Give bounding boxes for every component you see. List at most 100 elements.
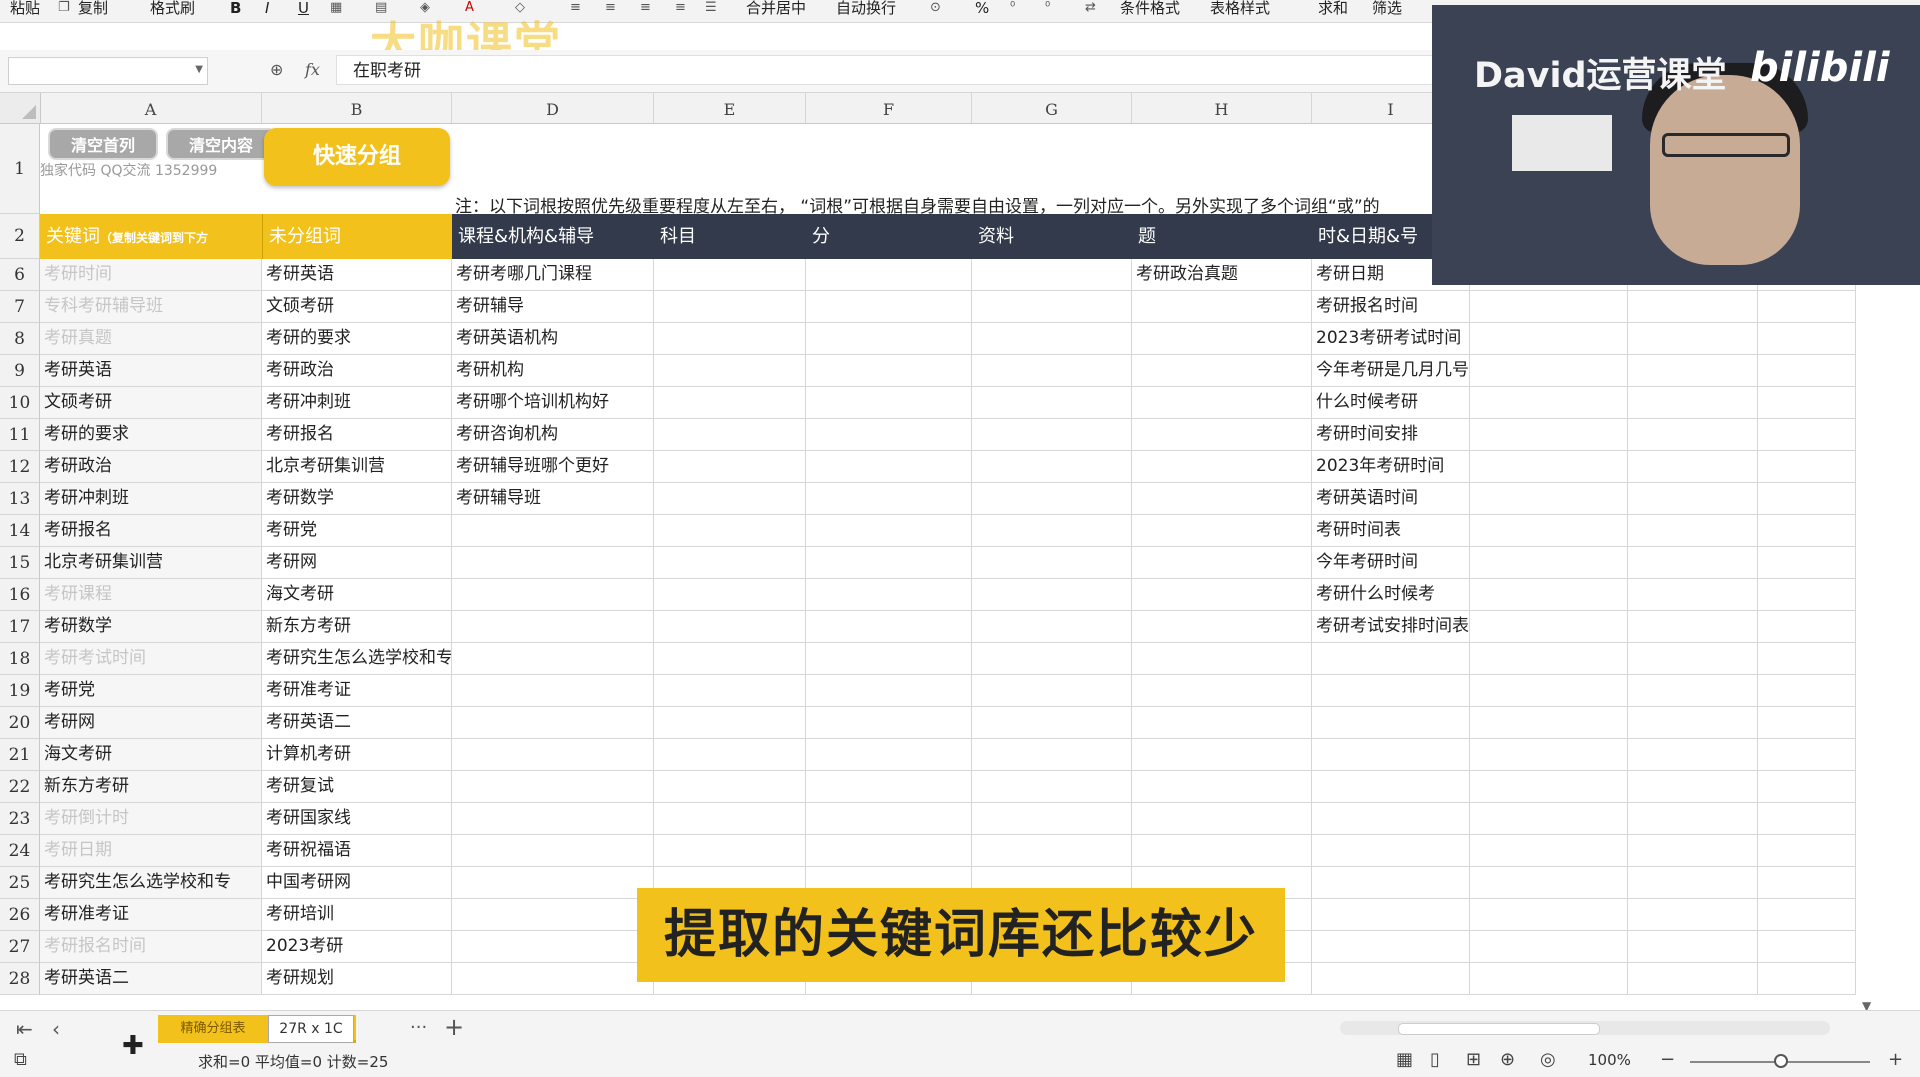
cell-k[interactable] bbox=[1628, 579, 1758, 610]
cell-f[interactable] bbox=[806, 451, 972, 482]
cell-f[interactable] bbox=[806, 419, 972, 450]
percent-button[interactable]: % bbox=[975, 0, 989, 16]
column-header-h[interactable]: H bbox=[1132, 93, 1312, 123]
cell-a[interactable]: 考研冲刺班 bbox=[40, 483, 262, 514]
cell-j[interactable] bbox=[1470, 387, 1628, 418]
cell-e[interactable] bbox=[654, 451, 806, 482]
formula-input[interactable]: 在职考研 bbox=[336, 55, 1436, 85]
cell-j[interactable] bbox=[1470, 739, 1628, 770]
cell-j[interactable] bbox=[1470, 451, 1628, 482]
cell-h[interactable] bbox=[1132, 515, 1312, 546]
cell-l[interactable] bbox=[1758, 803, 1856, 834]
cell-k[interactable] bbox=[1628, 771, 1758, 802]
cell-k[interactable] bbox=[1628, 323, 1758, 354]
cell-i[interactable]: 2023考研考试时间 bbox=[1312, 323, 1470, 354]
cell-b[interactable]: 考研究生怎么选学校和专 bbox=[262, 643, 452, 674]
cell-g[interactable] bbox=[972, 419, 1132, 450]
cell-a[interactable]: 考研准考证 bbox=[40, 899, 262, 930]
horizontal-scrollbar[interactable] bbox=[1340, 1021, 1830, 1035]
wrap-icon[interactable]: ☰ bbox=[705, 0, 717, 16]
cell-e[interactable] bbox=[654, 355, 806, 386]
cell-i[interactable] bbox=[1312, 675, 1470, 706]
cell-k[interactable] bbox=[1628, 419, 1758, 450]
header-course[interactable]: 课程&机构&辅导 bbox=[452, 214, 654, 259]
header-material[interactable]: 资料 bbox=[972, 214, 1132, 259]
cell-k[interactable] bbox=[1628, 899, 1758, 930]
cell-i[interactable] bbox=[1312, 771, 1470, 802]
horizontal-scroll-thumb[interactable] bbox=[1398, 1023, 1600, 1035]
cell-b[interactable]: 考研报名 bbox=[262, 419, 452, 450]
cell-i[interactable]: 什么时候考研 bbox=[1312, 387, 1470, 418]
cell-g[interactable] bbox=[972, 739, 1132, 770]
cell-e[interactable] bbox=[654, 611, 806, 642]
cell-a[interactable]: 考研考试时间 bbox=[40, 643, 262, 674]
align-left-icon[interactable]: ≡ bbox=[570, 0, 581, 16]
row-header[interactable]: 6 bbox=[0, 259, 40, 291]
cell-f[interactable] bbox=[806, 515, 972, 546]
column-header-f[interactable]: F bbox=[806, 93, 972, 123]
cell-h[interactable] bbox=[1132, 419, 1312, 450]
cell-h[interactable] bbox=[1132, 355, 1312, 386]
cell-h[interactable] bbox=[1132, 451, 1312, 482]
cell-a[interactable]: 考研倒计时 bbox=[40, 803, 262, 834]
cell-h[interactable] bbox=[1132, 483, 1312, 514]
cell-e[interactable] bbox=[654, 803, 806, 834]
cell-i[interactable] bbox=[1312, 739, 1470, 770]
cell-e[interactable] bbox=[654, 259, 806, 290]
cell-l[interactable] bbox=[1758, 931, 1856, 962]
cell-g[interactable] bbox=[972, 611, 1132, 642]
row-header-2[interactable]: 2 bbox=[0, 214, 40, 259]
cell-k[interactable] bbox=[1628, 835, 1758, 866]
row-header[interactable]: 23 bbox=[0, 803, 40, 835]
cell-k[interactable] bbox=[1628, 451, 1758, 482]
decimal-dec-icon[interactable]: ⁰ bbox=[1045, 0, 1050, 16]
cell-j[interactable] bbox=[1470, 931, 1628, 962]
page-layout-icon[interactable]: ▯ bbox=[1430, 1049, 1440, 1070]
cell-i[interactable]: 2023年考研时间 bbox=[1312, 451, 1470, 482]
cell-j[interactable] bbox=[1470, 835, 1628, 866]
bold-button[interactable]: B bbox=[230, 0, 241, 16]
cell-d[interactable] bbox=[452, 835, 654, 866]
cell-i[interactable] bbox=[1312, 835, 1470, 866]
cell-h[interactable] bbox=[1132, 739, 1312, 770]
cell-d[interactable]: 考研考哪几门课程 bbox=[452, 259, 654, 290]
cell-d[interactable]: 考研辅导班 bbox=[452, 483, 654, 514]
add-sheet-button[interactable]: + bbox=[444, 1013, 464, 1041]
cell-j[interactable] bbox=[1470, 707, 1628, 738]
chevron-down-icon[interactable]: ▼ bbox=[195, 64, 203, 75]
cell-j[interactable] bbox=[1470, 899, 1628, 930]
column-header-e[interactable]: E bbox=[654, 93, 806, 123]
cell-j[interactable] bbox=[1470, 547, 1628, 578]
cell-f[interactable] bbox=[806, 739, 972, 770]
column-header-d[interactable]: D bbox=[452, 93, 654, 123]
cell-k[interactable] bbox=[1628, 291, 1758, 322]
currency-icon[interactable]: ⊙ bbox=[930, 0, 941, 16]
cell-i[interactable]: 今年考研时间 bbox=[1312, 547, 1470, 578]
cell-g[interactable] bbox=[972, 515, 1132, 546]
cell-b[interactable]: 考研数学 bbox=[262, 483, 452, 514]
cell-a[interactable]: 考研真题 bbox=[40, 323, 262, 354]
cell-k[interactable] bbox=[1628, 963, 1758, 994]
cell-d[interactable] bbox=[452, 515, 654, 546]
cell-a[interactable]: 考研究生怎么选学校和专 bbox=[40, 867, 262, 898]
cell-l[interactable] bbox=[1758, 899, 1856, 930]
cell-j[interactable] bbox=[1470, 803, 1628, 834]
row-header[interactable]: 8 bbox=[0, 323, 40, 355]
cell-k[interactable] bbox=[1628, 675, 1758, 706]
row-header[interactable]: 21 bbox=[0, 739, 40, 771]
cell-i[interactable]: 今年考研是几月几号 bbox=[1312, 355, 1470, 386]
row-header[interactable]: 9 bbox=[0, 355, 40, 387]
clear-first-column-button[interactable]: 清空首列 bbox=[48, 128, 158, 160]
cell-h[interactable] bbox=[1132, 835, 1312, 866]
cell-g[interactable] bbox=[972, 451, 1132, 482]
cell-k[interactable] bbox=[1628, 803, 1758, 834]
cell-d[interactable] bbox=[452, 931, 654, 962]
cell-b[interactable]: 考研国家线 bbox=[262, 803, 452, 834]
cell-f[interactable] bbox=[806, 547, 972, 578]
cell-e[interactable] bbox=[654, 739, 806, 770]
cell-l[interactable] bbox=[1758, 483, 1856, 514]
cell-k[interactable] bbox=[1628, 483, 1758, 514]
cell-g[interactable] bbox=[972, 835, 1132, 866]
header-score[interactable]: 分 bbox=[806, 214, 972, 259]
cell-g[interactable] bbox=[972, 675, 1132, 706]
